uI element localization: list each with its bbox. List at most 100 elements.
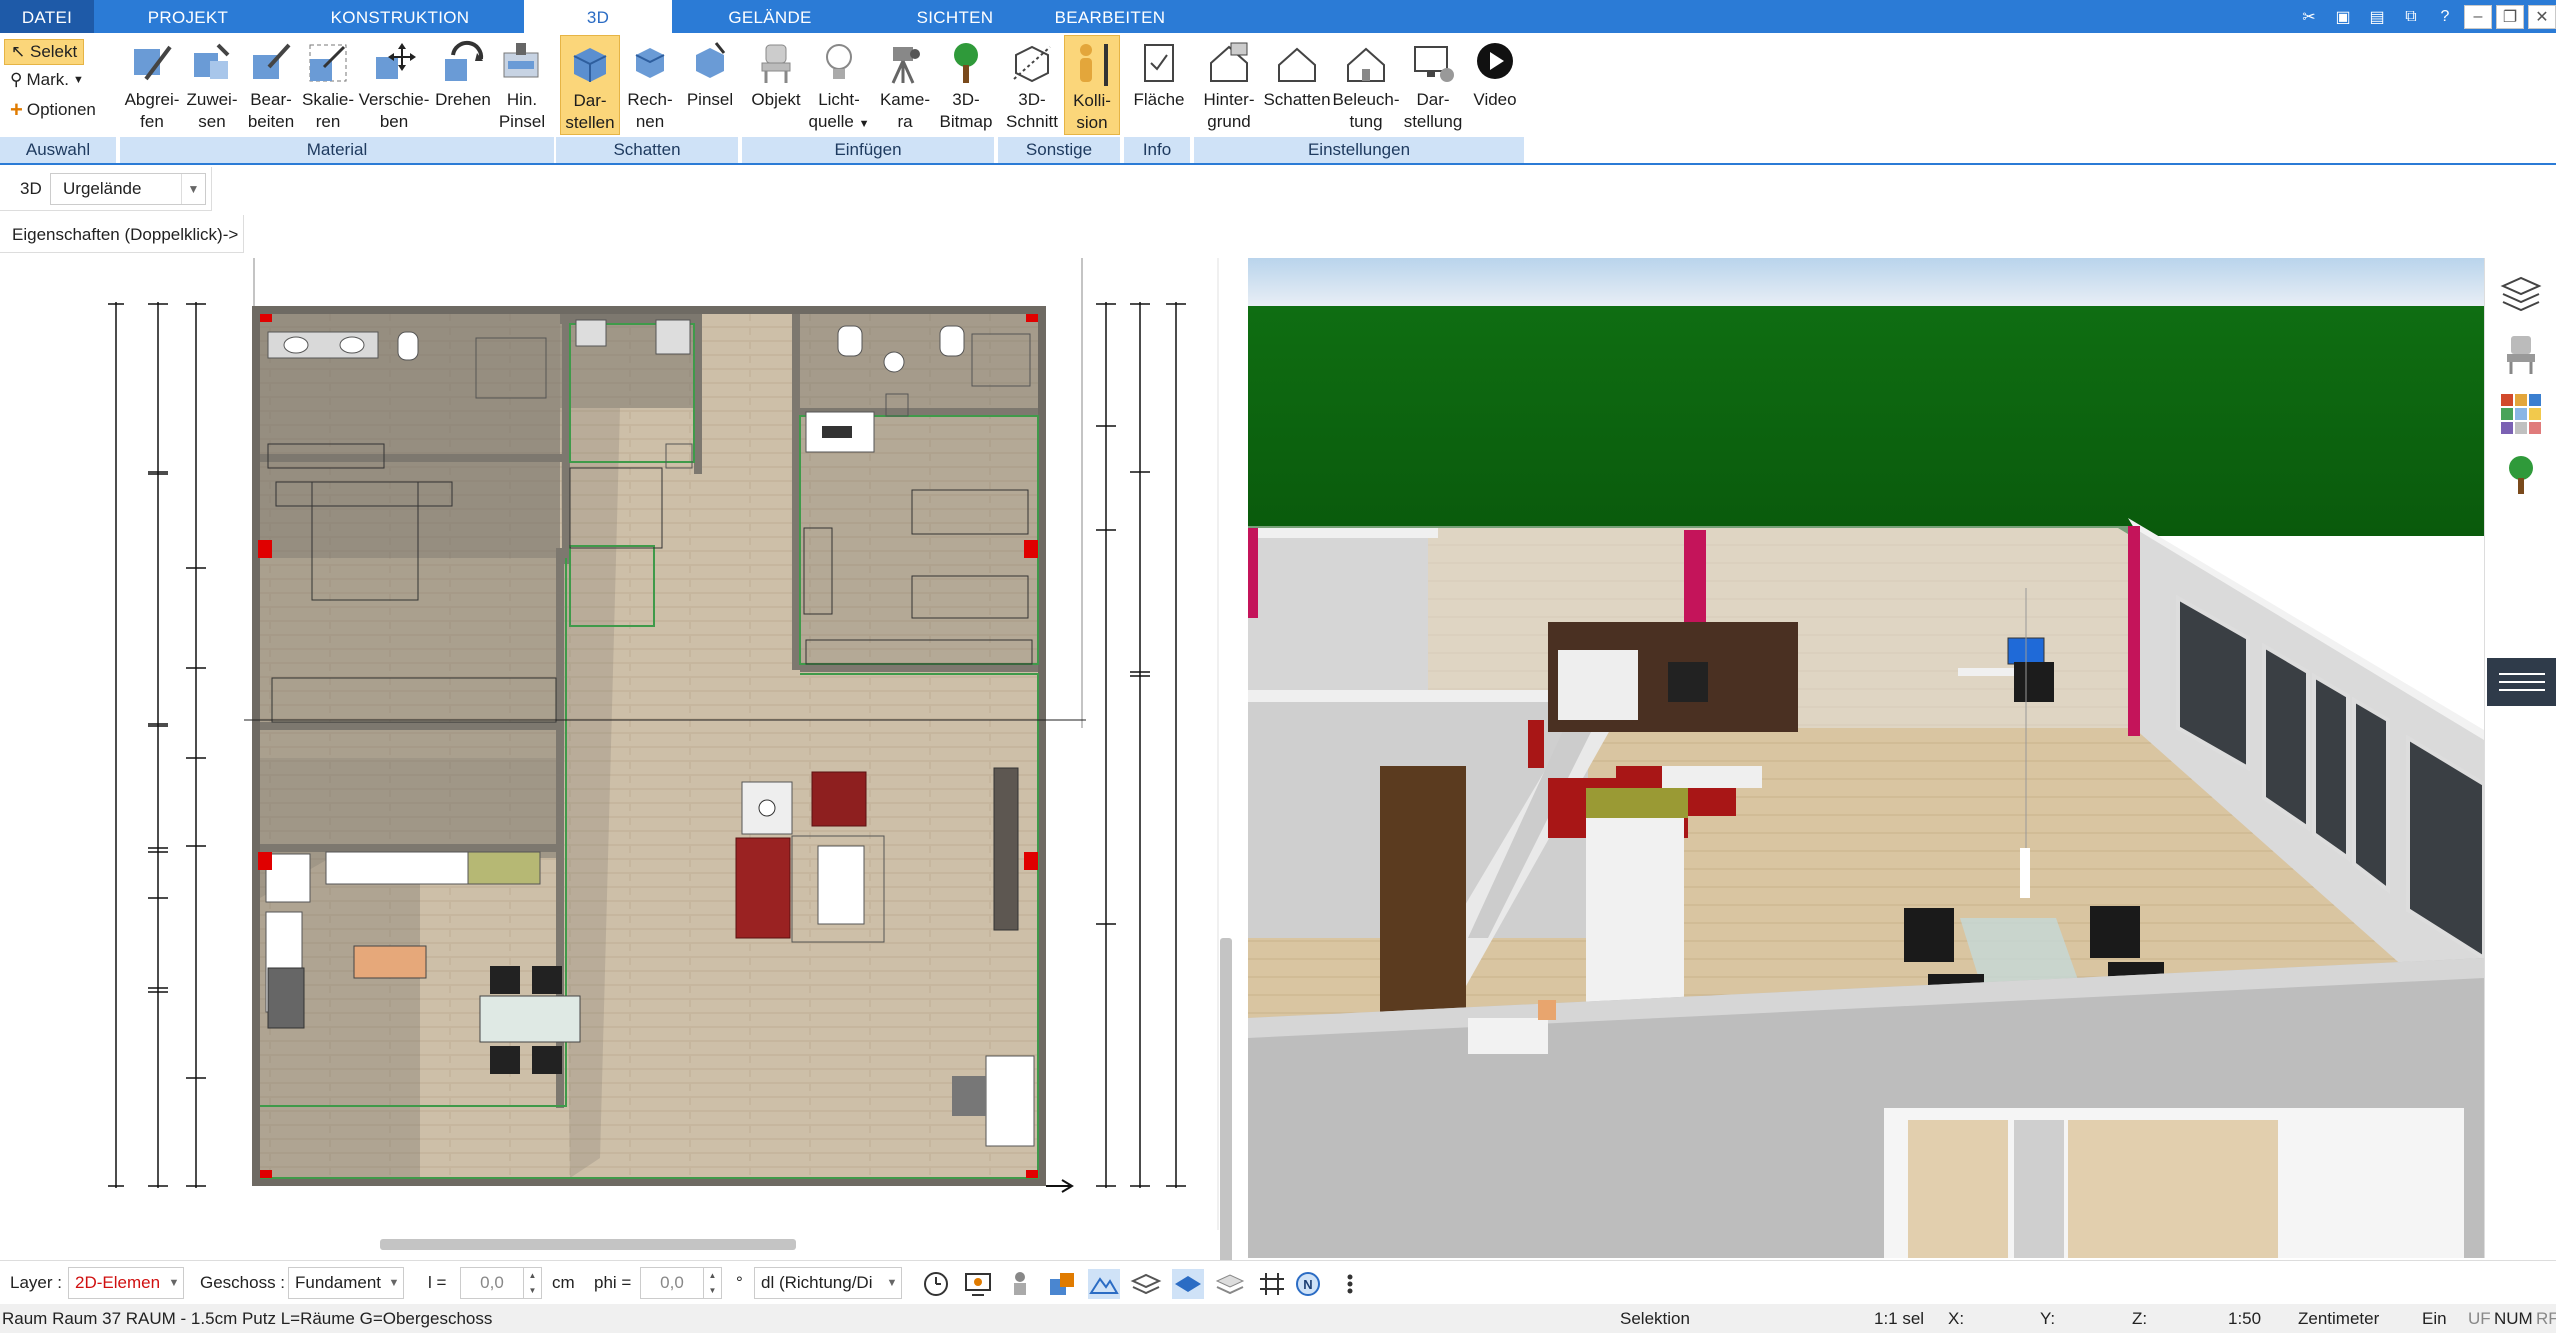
- hintergrund-button[interactable]: Hinter- grund: [1196, 35, 1262, 133]
- bearbeiten-button[interactable]: Bear- beiten: [242, 35, 300, 133]
- video-button[interactable]: Video: [1466, 35, 1524, 111]
- phi-label: phi =: [594, 1273, 632, 1292]
- panel-collapse-tab[interactable]: [2487, 658, 2556, 706]
- north-compass-icon[interactable]: N: [1292, 1269, 1324, 1299]
- kollision-button[interactable]: Kolli- sion: [1064, 35, 1120, 135]
- optionen-button[interactable]: + Optionen: [10, 97, 96, 123]
- tab-datei[interactable]: DATEI: [0, 0, 94, 33]
- walk-camera-icon[interactable]: [1004, 1269, 1036, 1299]
- schatten-rechnen-button[interactable]: Rech- nen: [622, 35, 678, 133]
- bitmap-3d-button[interactable]: 3D- Bitmap: [938, 35, 994, 133]
- monitor-icon[interactable]: [962, 1269, 994, 1299]
- beleuchtung-button[interactable]: Beleuch- tung: [1332, 35, 1400, 133]
- minimize-button[interactable]: –: [2464, 4, 2492, 29]
- tab-sichten[interactable]: SICHTEN: [880, 0, 1030, 33]
- close-button[interactable]: ✕: [2528, 4, 2556, 29]
- length-input[interactable]: 0,0 ▲ ▼: [460, 1267, 542, 1299]
- house-shadow-icon: [1278, 47, 1316, 82]
- tools-icon[interactable]: ✂: [2294, 4, 2324, 30]
- solid-view-icon[interactable]: [1172, 1269, 1204, 1299]
- properties-button[interactable]: Eigenschaften (Doppelklick)->: [0, 215, 244, 253]
- palette-icon[interactable]: ▤: [2362, 4, 2392, 30]
- flaeche-label-1: Fläche: [1133, 90, 1185, 109]
- floor-plan-canvas[interactable]: [0, 258, 1248, 1230]
- tab-konstruktion[interactable]: KONSTRUKTION: [300, 0, 500, 33]
- hin-pinsel-button[interactable]: Hin. Pinsel: [494, 35, 550, 133]
- terrain-value: Urgelände: [63, 179, 142, 198]
- objects-icon[interactable]: [1046, 1269, 1078, 1299]
- drehen-button[interactable]: Drehen: [432, 35, 494, 111]
- zuweisen-label-2: sen: [198, 112, 226, 131]
- darstellung-button[interactable]: Dar- stellung: [1400, 35, 1466, 133]
- plan-horizontal-scrollbar[interactable]: [380, 1239, 796, 1250]
- flaeche-button[interactable]: Fläche: [1128, 35, 1190, 111]
- mark-dropdown[interactable]: ⚲ Mark. ▼: [10, 70, 84, 90]
- tab-3d[interactable]: 3D: [524, 0, 672, 35]
- schatten-pinsel-button[interactable]: Pinsel: [680, 35, 740, 111]
- shadow-brush-icon: [696, 42, 726, 78]
- 3d-view[interactable]: [1248, 258, 2484, 1258]
- terrain-view-icon[interactable]: [1088, 1269, 1120, 1299]
- terrain-select[interactable]: Urgelände ▼: [50, 173, 206, 205]
- schnitt-3d-button[interactable]: 3D- Schnitt: [1000, 35, 1064, 133]
- rotate-icon: [445, 40, 484, 81]
- lichtquelle-button[interactable]: Licht- quelle ▼: [808, 35, 870, 135]
- status-z: Z:: [2132, 1309, 2148, 1328]
- assign-material-icon: [194, 43, 230, 79]
- clock-icon[interactable]: [920, 1269, 952, 1299]
- beleuchtung-label-1: Beleuch-: [1332, 90, 1400, 109]
- tab-gelaende[interactable]: GELÄNDE: [700, 0, 840, 33]
- kamera-button[interactable]: Kame- ra: [872, 35, 938, 133]
- objekt-button[interactable]: Objekt: [746, 35, 806, 111]
- door-3d: [1380, 766, 1466, 1016]
- phi-unit: °: [736, 1273, 743, 1292]
- kollision-label-2: sion: [1076, 113, 1108, 132]
- spinner-arrows-icon[interactable]: ▲ ▼: [703, 1268, 721, 1298]
- 3d-scene[interactable]: [1248, 258, 2484, 1258]
- status-rf: RF: [2536, 1309, 2556, 1328]
- lighting-icon: [1347, 47, 1385, 82]
- help-icon[interactable]: ?: [2430, 4, 2460, 30]
- chair-catalog-icon[interactable]: [2499, 332, 2543, 376]
- direction-value: dl (Richtung/Di: [761, 1273, 873, 1292]
- phi-input[interactable]: 0,0 ▲ ▼: [640, 1267, 722, 1299]
- geschoss-select[interactable]: Fundament ▼: [288, 1267, 404, 1299]
- group-auswahl-title: Auswahl: [0, 137, 118, 163]
- restore-button[interactable]: ❐: [2496, 4, 2524, 29]
- plus-icon: +: [10, 97, 23, 122]
- kamera-label-2: ra: [897, 112, 913, 131]
- chevron-down-icon: ▼: [886, 1277, 898, 1289]
- chevron-down-icon: ▼: [168, 1277, 180, 1289]
- selekt-button[interactable]: ↖ Selekt: [4, 39, 85, 65]
- window-switch-icon[interactable]: ⧉: [2396, 4, 2426, 30]
- background-icon: [1210, 42, 1248, 82]
- skalieren-button[interactable]: Skalie- ren: [300, 35, 356, 133]
- layers-icon[interactable]: [2499, 272, 2543, 316]
- floor-plan-view[interactable]: [0, 258, 1248, 1308]
- tree-bitmap-icon: [954, 43, 978, 83]
- verschieben-button[interactable]: Verschie- ben: [356, 35, 432, 133]
- tab-bearbeiten[interactable]: BEARBEITEN: [1040, 0, 1180, 33]
- wireframe-icon[interactable]: [1130, 1269, 1162, 1299]
- layers-view-icon[interactable]: [1214, 1269, 1246, 1299]
- einstellungen-schatten-button[interactable]: Schatten: [1262, 35, 1332, 111]
- spinner-arrows-icon[interactable]: ▲ ▼: [523, 1268, 541, 1298]
- grid-icon[interactable]: [1256, 1269, 1288, 1299]
- zuweisen-button[interactable]: Zuwei- sen: [182, 35, 242, 133]
- tab-projekt[interactable]: PROJEKT: [120, 0, 256, 33]
- material-palette-icon[interactable]: [2499, 392, 2543, 436]
- skalieren-label-1: Skalie-: [302, 90, 354, 109]
- shadow-calc-icon: [635, 48, 665, 78]
- hintergrund-label-2: grund: [1207, 112, 1251, 131]
- schatten-pinsel-label-1: Pinsel: [686, 90, 734, 109]
- plant-catalog-icon[interactable]: [2499, 452, 2543, 496]
- schatten-darstellen-button[interactable]: Dar- stellen: [560, 35, 620, 135]
- direction-select[interactable]: dl (Richtung/Di ▼: [754, 1267, 902, 1299]
- folder-icon[interactable]: ▣: [2328, 4, 2358, 30]
- status-ein: Ein: [2422, 1309, 2447, 1328]
- abgreifen-button[interactable]: Abgrei- fen: [122, 35, 182, 133]
- more-options-icon[interactable]: [1342, 1269, 1358, 1299]
- bearbeiten-label-1: Bear-: [250, 90, 292, 109]
- plan-vertical-scrollbar[interactable]: [1220, 938, 1232, 1308]
- layer-select[interactable]: 2D-Elemen ▼: [68, 1267, 184, 1299]
